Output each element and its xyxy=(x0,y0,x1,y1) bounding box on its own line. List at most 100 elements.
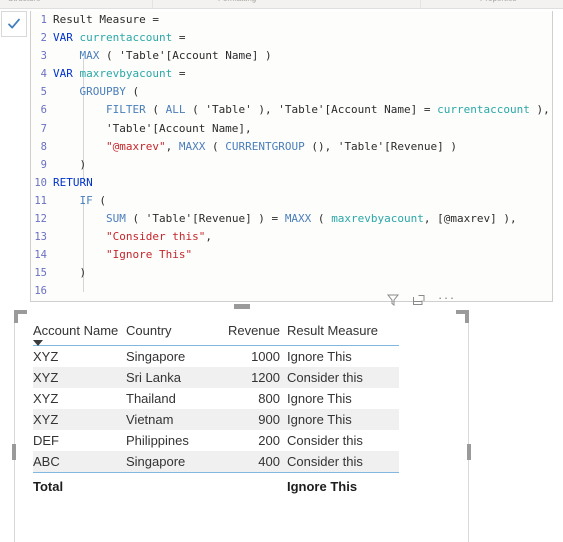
cell-account-name: ABC xyxy=(33,451,126,473)
code-token: "@maxrev" xyxy=(105,139,166,153)
visual-header-toolbar: ··· xyxy=(380,291,490,309)
funnel-filter-icon[interactable] xyxy=(386,293,402,308)
table-row[interactable]: XYZ Singapore 1000 Ignore This xyxy=(33,346,399,368)
line-number: 11 xyxy=(34,194,47,207)
total-result: Ignore This xyxy=(287,479,358,494)
code-token: maxrevbyacount xyxy=(331,212,424,226)
code-text: FILTER ( ALL ( 'Table' ), 'Table'[Accoun… xyxy=(53,101,550,119)
ribbon-strip: Structure Formatting Properties xyxy=(0,0,563,9)
cell-result-measure: Consider this xyxy=(287,451,399,473)
code-line: 11 IF ( xyxy=(31,192,552,210)
cell-result-measure: Consider this xyxy=(287,433,363,448)
code-token: CURRENTGROUP xyxy=(225,139,305,153)
code-text: SUM ( 'Table'[Revenue] ) = MAXX ( maxrev… xyxy=(53,210,517,228)
cell-account-name: DEF xyxy=(33,433,59,448)
code-token: IF xyxy=(79,193,93,207)
code-text: Result Measure = xyxy=(53,11,159,29)
table-total-row: Total Ignore This xyxy=(33,473,399,498)
code-text: RETURN xyxy=(53,174,93,192)
code-line: 2 VAR currentaccount = xyxy=(31,29,552,47)
code-text: "@maxrev", MAXX ( CURRENTGROUP (), 'Tabl… xyxy=(53,138,457,156)
cell-country: Thailand xyxy=(126,391,176,406)
table-visual[interactable]: Account Name Country Revenue Result Meas… xyxy=(14,310,469,542)
code-token: , [@maxrev] ), xyxy=(423,212,517,226)
code-line: 1 Result Measure = xyxy=(31,11,552,29)
line-number: 8 xyxy=(40,140,47,153)
code-text: MAX ( 'Table'[Account Name] ) xyxy=(53,47,272,65)
code-text: VAR maxrevbyacount = xyxy=(53,65,185,83)
table-row[interactable]: DEF Philippines 200 Consider this xyxy=(33,430,399,451)
focus-mode-icon[interactable] xyxy=(412,293,428,308)
code-text: ) xyxy=(53,264,86,282)
more-options-icon[interactable]: ··· xyxy=(438,291,454,308)
code-token: MAX xyxy=(79,49,100,63)
cell-revenue: 1000 xyxy=(251,349,280,364)
selection-handle-top-right[interactable] xyxy=(465,310,469,323)
code-token: , xyxy=(205,230,212,244)
cell-revenue: 1200 xyxy=(219,367,287,388)
ribbon-divider xyxy=(152,0,153,8)
table-header-row: Account Name Country Revenue Result Meas… xyxy=(33,321,399,346)
line-number: 2 xyxy=(40,32,47,45)
column-header-label: Revenue xyxy=(227,323,280,338)
table-row[interactable]: XYZ Vietnam 900 Ignore This xyxy=(33,409,399,430)
code-text: "Ignore This" xyxy=(53,246,192,264)
table-row[interactable]: XYZ Sri Lanka 1200 Consider this xyxy=(33,367,399,388)
line-number: 3 xyxy=(40,50,47,63)
line-number: 10 xyxy=(34,176,47,189)
code-text: IF ( xyxy=(53,192,107,210)
table-body: XYZ Singapore 1000 Ignore This XYZ Sri Lanka 1… xyxy=(33,346,399,473)
code-token: ( 'Table'[Revenue] ) = xyxy=(125,212,285,226)
column-header-result-measure[interactable]: Result Measure xyxy=(287,321,399,346)
table-row[interactable]: ABC Singapore 400 Consider this xyxy=(33,451,399,473)
code-token: ( 'Table'[Account Name] ) xyxy=(99,49,272,63)
selection-handle-top-middle[interactable] xyxy=(234,304,250,309)
code-token: ( xyxy=(92,193,106,207)
ribbon-group-properties: Properties xyxy=(480,0,516,3)
code-token: ( 'Table' ), 'Table'[Account Name] = xyxy=(185,103,438,117)
line-number: 6 xyxy=(40,104,47,117)
code-token: ) xyxy=(53,266,87,280)
selection-handle-right-middle[interactable] xyxy=(467,444,471,460)
selection-handle-left-middle[interactable] xyxy=(12,444,16,460)
column-header-revenue[interactable]: Revenue xyxy=(219,321,287,346)
code-token: ) xyxy=(53,157,87,171)
ribbon-group-structure: Structure xyxy=(8,0,40,3)
code-token: RETURN xyxy=(53,175,93,189)
cell-revenue: 900 xyxy=(219,409,287,430)
column-header-label: Account Name xyxy=(33,323,119,338)
code-token: MAXX xyxy=(284,212,312,226)
code-line: 3 MAX ( 'Table'[Account Name] ) xyxy=(31,47,552,65)
code-line: 12 SUM ( 'Table'[Revenue] ) = MAXX ( max… xyxy=(31,210,552,228)
line-number: 16 xyxy=(34,285,47,298)
cell-account-name: XYZ xyxy=(33,349,59,364)
table-row[interactable]: XYZ Thailand 800 Ignore This xyxy=(33,388,399,409)
code-token: ), xyxy=(529,103,550,117)
code-token: ALL xyxy=(165,103,186,117)
code-token: ( xyxy=(125,85,140,99)
line-number: 7 xyxy=(40,122,47,135)
code-line: 5 GROUPBY ( xyxy=(31,83,552,101)
code-token: "Ignore This" xyxy=(105,248,193,262)
line-number: 12 xyxy=(34,213,47,226)
line-number: 9 xyxy=(40,158,47,171)
selection-handle-top-left[interactable] xyxy=(14,310,18,323)
column-header-country[interactable]: Country xyxy=(126,321,219,346)
code-text: GROUPBY ( xyxy=(53,83,140,101)
cell-account-name: XYZ xyxy=(33,409,126,430)
code-token: currentaccount xyxy=(79,31,173,45)
code-token: "Consider this" xyxy=(105,230,206,244)
dax-code-editor[interactable]: 1 Result Measure = 2 VAR currentaccount = 3 … xyxy=(30,11,553,302)
column-header-account-name[interactable]: Account Name xyxy=(33,321,126,346)
commit-formula-button[interactable] xyxy=(1,11,27,37)
code-line: 8 "@maxrev", MAXX ( CURRENTGROUP (), 'Ta… xyxy=(31,138,552,156)
code-token: FILTER xyxy=(105,103,146,117)
code-line-list: 1 Result Measure = 2 VAR currentaccount = 3 … xyxy=(31,11,552,301)
